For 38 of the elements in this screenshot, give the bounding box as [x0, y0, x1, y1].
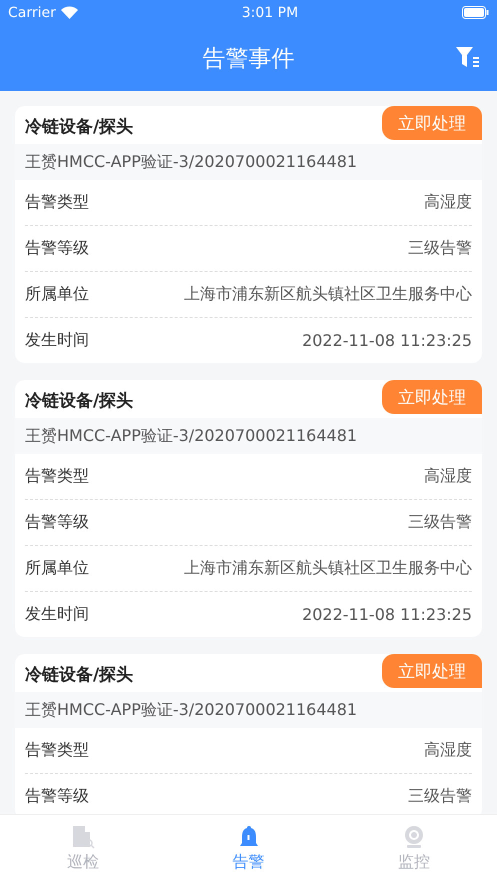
field-value: 三级告警	[408, 512, 472, 533]
field-label: 告警等级	[25, 238, 89, 259]
field-value: 2022-11-08 11:23:25	[302, 331, 472, 350]
tab-item[interactable]: 监控	[331, 815, 497, 883]
field-value: 上海市浦东新区航头镇社区卫生服务中心	[184, 558, 472, 579]
field-value: 高湿度	[424, 192, 472, 213]
tab-item[interactable]: 巡检	[0, 815, 166, 883]
status-time: 3:01 PM	[242, 4, 298, 20]
field-value: 三级告警	[408, 238, 472, 259]
handle-now-button[interactable]: 立即处理	[382, 654, 482, 688]
field-label: 告警类型	[25, 740, 89, 761]
page-title: 告警事件	[202, 44, 294, 74]
wifi-icon	[60, 6, 78, 19]
tab-item[interactable]: 告警	[166, 815, 332, 883]
field-label: 发生时间	[25, 604, 89, 625]
device-name: 王赟HMCC-APP验证-3/2020700021164481	[15, 692, 482, 728]
field-label: 告警等级	[25, 786, 89, 807]
field-label: 告警类型	[25, 192, 89, 213]
device-name: 王赟HMCC-APP验证-3/2020700021164481	[15, 144, 482, 180]
field-value: 高湿度	[424, 740, 472, 761]
field-value: 三级告警	[408, 786, 472, 807]
field-label: 所属单位	[25, 558, 89, 579]
handle-now-button[interactable]: 立即处理	[382, 380, 482, 414]
carrier-name: Carrier	[8, 4, 56, 20]
battery-icon	[462, 6, 489, 19]
building-search-icon	[70, 825, 95, 849]
handle-now-button[interactable]: 立即处理	[382, 106, 482, 140]
device-name: 王赟HMCC-APP验证-3/2020700021164481	[15, 418, 482, 454]
field-label: 告警等级	[25, 512, 89, 533]
field-value: 上海市浦东新区航头镇社区卫生服务中心	[184, 284, 472, 305]
field-value: 2022-11-08 11:23:25	[302, 605, 472, 624]
alarm-title: 冷链设备/探头	[24, 664, 134, 686]
field-label: 所属单位	[25, 284, 89, 305]
alarm-title: 冷链设备/探头	[24, 116, 134, 138]
alarm-title: 冷链设备/探头	[24, 390, 134, 412]
field-label: 发生时间	[25, 330, 89, 351]
field-value: 高湿度	[424, 466, 472, 487]
field-label: 告警类型	[25, 466, 89, 487]
